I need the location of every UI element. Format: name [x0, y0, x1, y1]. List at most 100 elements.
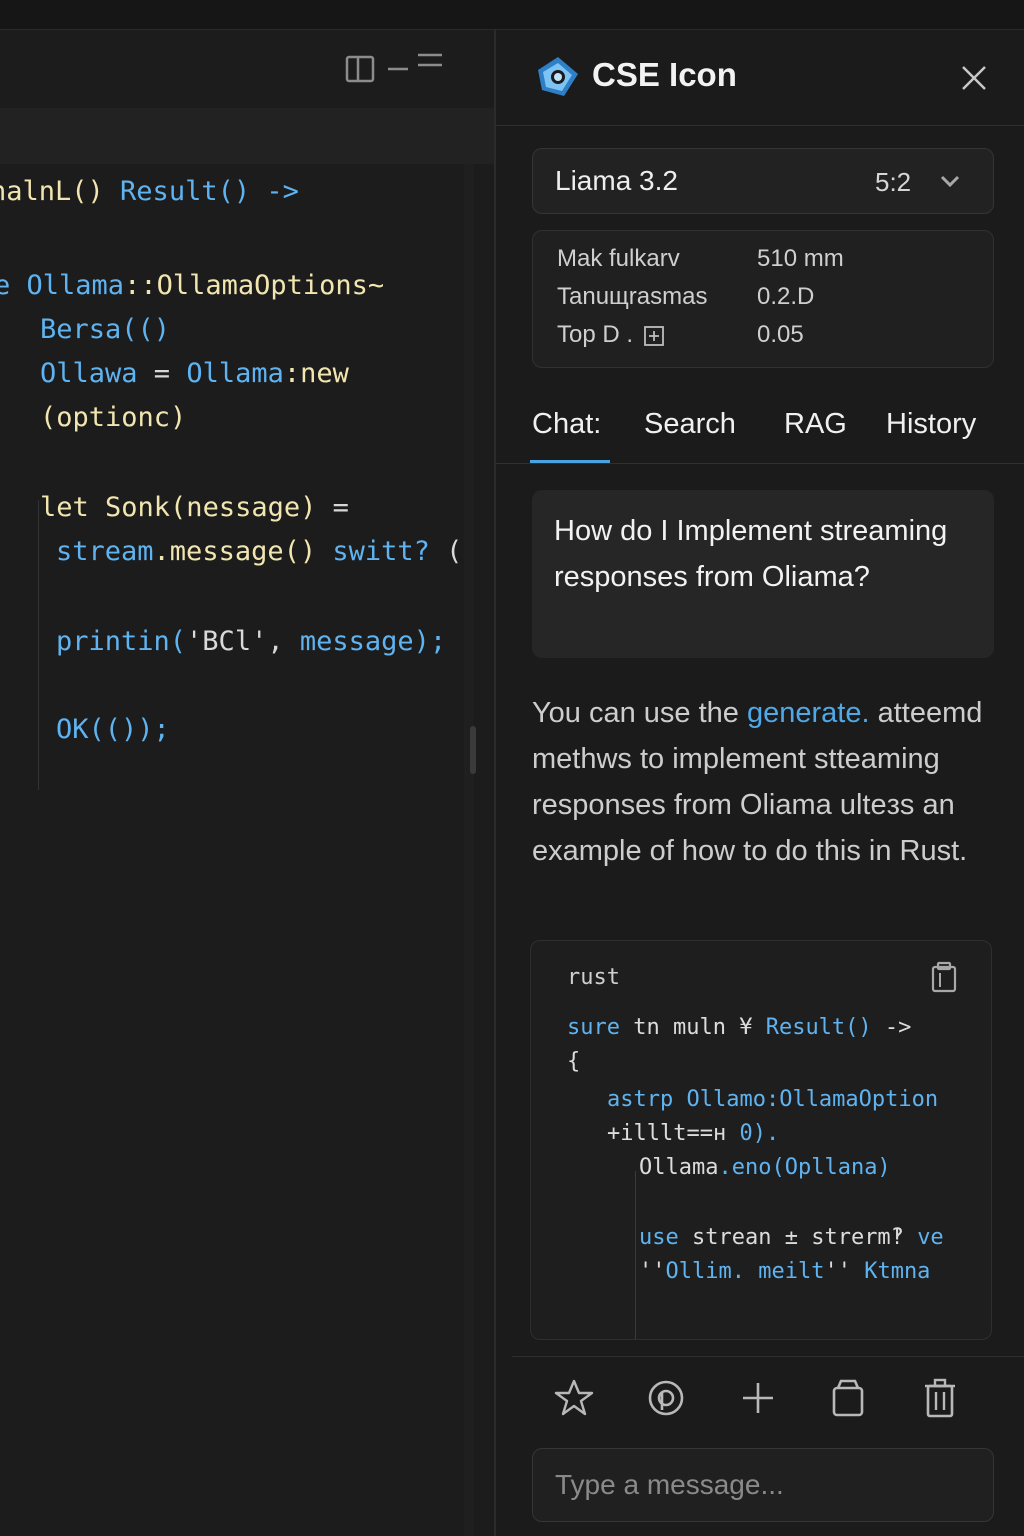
code-line: stream.message() switt? ( [56, 536, 462, 567]
code-token: , [267, 626, 300, 657]
code-token: ( [429, 536, 463, 567]
param-label: Mak fulkarv [557, 245, 680, 272]
code-line: Bersa(() [40, 314, 170, 345]
code-token: '' [639, 1259, 666, 1284]
code-token: :OllamaOption [765, 1087, 939, 1112]
code-line: astrp Ollamo:OllamaOption [607, 1087, 938, 1112]
code-area[interactable]: nalnL() Result() -> e Ollama::OllamaOpti… [0, 164, 470, 1536]
divider [512, 1356, 1024, 1357]
code-token: Ollamo [673, 1087, 766, 1112]
code-token: Ollama [639, 1155, 719, 1180]
code-language: rust [567, 965, 620, 990]
at-icon[interactable] [644, 1376, 688, 1420]
editor-tab-strip [0, 108, 494, 164]
answer-link[interactable]: generate. [747, 697, 870, 729]
panel-tabs: Chat: Search RAG History [496, 398, 1024, 464]
model-parameters: Mak fulkarv 510 mm Tanuщraѕmas 0.2.D Top… [532, 230, 994, 368]
active-tab-indicator [530, 460, 610, 463]
model-name: Liama 3.2 [555, 165, 678, 196]
code-line: { [567, 1049, 580, 1074]
code-line: Ollama.eno(Opllana) [639, 1155, 891, 1180]
code-editor: nalnL() Result() -> e Ollama::OllamaOpti… [0, 30, 494, 1536]
indent-guide [635, 1171, 636, 1339]
editor-scrollbar[interactable] [464, 164, 474, 1536]
code-token: sure [567, 1015, 620, 1040]
trash-icon[interactable] [918, 1376, 962, 1420]
code-token: printin( [56, 626, 187, 657]
copy-icon[interactable] [929, 961, 961, 997]
close-icon[interactable] [958, 60, 990, 96]
assistant-message: You can use the generate. atteemd methws… [532, 690, 994, 874]
code-line: sure tn muln ¥ Result() -> [567, 1015, 911, 1040]
code-token: -> [871, 1015, 912, 1040]
editor-toolbar [0, 30, 494, 108]
code-token: ==н [686, 1121, 740, 1146]
code-token: Ollawa [40, 358, 138, 389]
code-token: Ollama [186, 358, 284, 389]
code-token: switt? [332, 536, 430, 567]
code-token: message); [299, 626, 447, 657]
tab-search[interactable]: Search [644, 408, 736, 441]
param-row: Tanuщraѕmas 0.2.D [557, 283, 977, 317]
tab-rag[interactable]: RAG [784, 408, 847, 441]
menu-icon[interactable] [416, 46, 444, 76]
code-token: Result() [765, 1015, 872, 1040]
code-token: Ktmna [864, 1259, 931, 1284]
code-token: .eno( [718, 1155, 785, 1180]
code-token: Sonk(nessage) [105, 492, 317, 523]
panel-icon[interactable] [344, 54, 376, 84]
code-token: tn muln [619, 1015, 740, 1040]
code-token: = [137, 358, 187, 389]
code-token: '' [824, 1259, 865, 1284]
code-line: Ollawa = Ollama:new [40, 358, 349, 389]
star-icon[interactable] [552, 1376, 596, 1420]
tab-chat[interactable]: Chat: [532, 408, 601, 441]
plus-icon[interactable] [736, 1376, 780, 1420]
window-top-bar [0, 0, 1024, 30]
chevron-down-icon [939, 173, 961, 193]
code-token: astrp [607, 1087, 674, 1112]
param-value[interactable]: 510 mm [757, 245, 844, 273]
user-message: How do I Implement streaming responses f… [532, 490, 994, 658]
indent-guide [38, 500, 39, 790]
code-token: let [40, 492, 106, 523]
code-token: Result() -> [120, 176, 299, 207]
info-icon[interactable] [643, 325, 665, 354]
assistant-panel: CSE Icon Liama 3.2 5:2 Mak fulkarv 510 m… [494, 30, 1024, 1536]
param-value[interactable]: 0.05 [757, 321, 804, 349]
param-value[interactable]: 0.2.D [757, 283, 814, 311]
code-token: .message() [153, 536, 333, 567]
model-select[interactable]: Liama 3.2 5:2 [532, 148, 994, 214]
minus-icon[interactable] [386, 54, 410, 84]
code-token: 'BCl' [186, 626, 268, 657]
code-token: ‽ [890, 1225, 918, 1250]
code-token: ve [917, 1225, 944, 1250]
code-token: ::OllamaOptions~ [124, 270, 385, 301]
code-token: = [316, 492, 349, 523]
code-line: ''Ollim. meilt'' Ktmna [639, 1259, 930, 1284]
code-token: Ollim. meilt [665, 1259, 825, 1284]
code-token: nalnL() [0, 176, 121, 207]
editor-scroll-thumb[interactable] [470, 726, 476, 774]
code-token: Bersa(() [40, 314, 171, 345]
code-line: +illlt==н 0). [607, 1121, 779, 1146]
code-token: Opllana) [784, 1155, 891, 1180]
code-token: ¥ [739, 1015, 766, 1040]
message-input[interactable] [532, 1448, 994, 1522]
panel-header: CSE Icon [496, 30, 1024, 126]
code-line: printin('BCl', message); [56, 626, 446, 657]
code-block: rust sure tn muln ¥ Result() -> { astrp … [530, 940, 992, 1340]
code-token: 0). [739, 1121, 780, 1146]
code-token: +illlt [607, 1121, 687, 1146]
code-token: (optionc) [40, 402, 187, 433]
tab-history[interactable]: History [886, 408, 976, 441]
param-row: Mak fulkarv 510 mm [557, 245, 977, 279]
code-line: use strean ± strerm‽ ve [639, 1225, 944, 1250]
code-token: { [567, 1049, 581, 1074]
panel-title: CSE Icon [592, 56, 737, 93]
archive-icon[interactable] [826, 1376, 870, 1420]
code-token: stream [56, 536, 154, 567]
answer-text: You can use the [532, 697, 747, 729]
code-token: :new [283, 358, 349, 389]
code-line: let Sonk(nessage) = [40, 492, 349, 523]
